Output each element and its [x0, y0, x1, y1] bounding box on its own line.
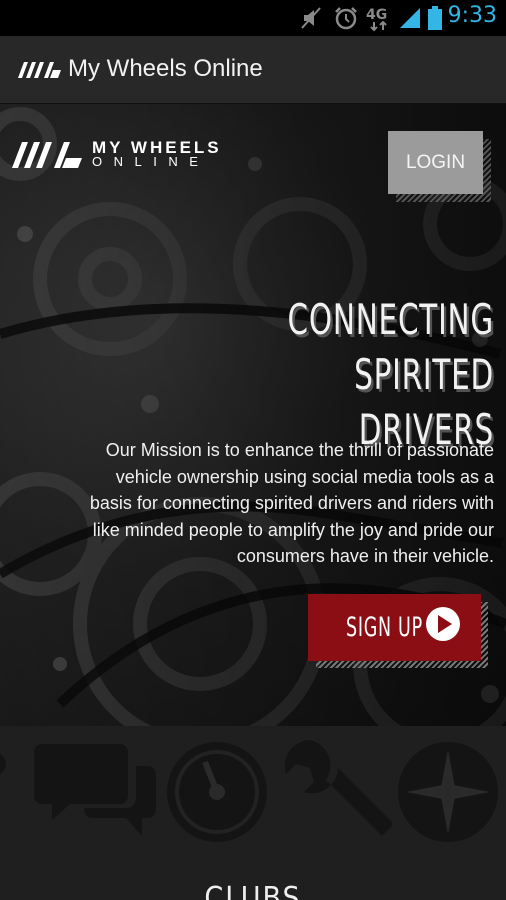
- compass-icon: [398, 742, 498, 842]
- app-title: My Wheels Online: [68, 55, 263, 82]
- signal-icon: [400, 8, 420, 28]
- speedometer-icon: [167, 742, 267, 842]
- app-logo-icon: [18, 62, 61, 78]
- clubs-heading: CLUBS: [204, 881, 302, 900]
- alarm-icon: [335, 7, 357, 30]
- play-circle-icon: [426, 607, 460, 641]
- hero-banner: MY WHEELS ONLINE LOGIN CONNECTING SPIRIT…: [0, 104, 506, 726]
- mission-statement: Our Mission is to enhance the thrill of …: [89, 440, 494, 566]
- chat-bubbles-icon: [34, 744, 156, 836]
- brand-name-line2: ONLINE: [92, 154, 210, 169]
- action-bar: My Wheels Online: [0, 36, 506, 104]
- login-button[interactable]: LOGIN: [388, 131, 483, 194]
- features-section: CLUBS: [0, 726, 506, 900]
- signup-button[interactable]: SIGN UP: [308, 594, 481, 661]
- battery-icon: [428, 6, 442, 30]
- mute-icon: [301, 7, 321, 29]
- status-bar: 4G 9:33: [0, 0, 506, 36]
- svg-text:4G: 4G: [366, 7, 387, 23]
- signup-button-label: SIGN UP: [346, 612, 423, 643]
- partial-icon: [0, 753, 6, 775]
- wrench-icon: [284, 740, 392, 836]
- headline-line-1: CONNECTING SPIRITED: [287, 295, 494, 399]
- hero-headline: CONNECTING SPIRITED DRIVERS: [166, 292, 494, 457]
- status-time: 9:33: [447, 3, 497, 28]
- brand-logo-icon: [12, 142, 82, 168]
- network-4g-icon: 4G: [366, 7, 387, 32]
